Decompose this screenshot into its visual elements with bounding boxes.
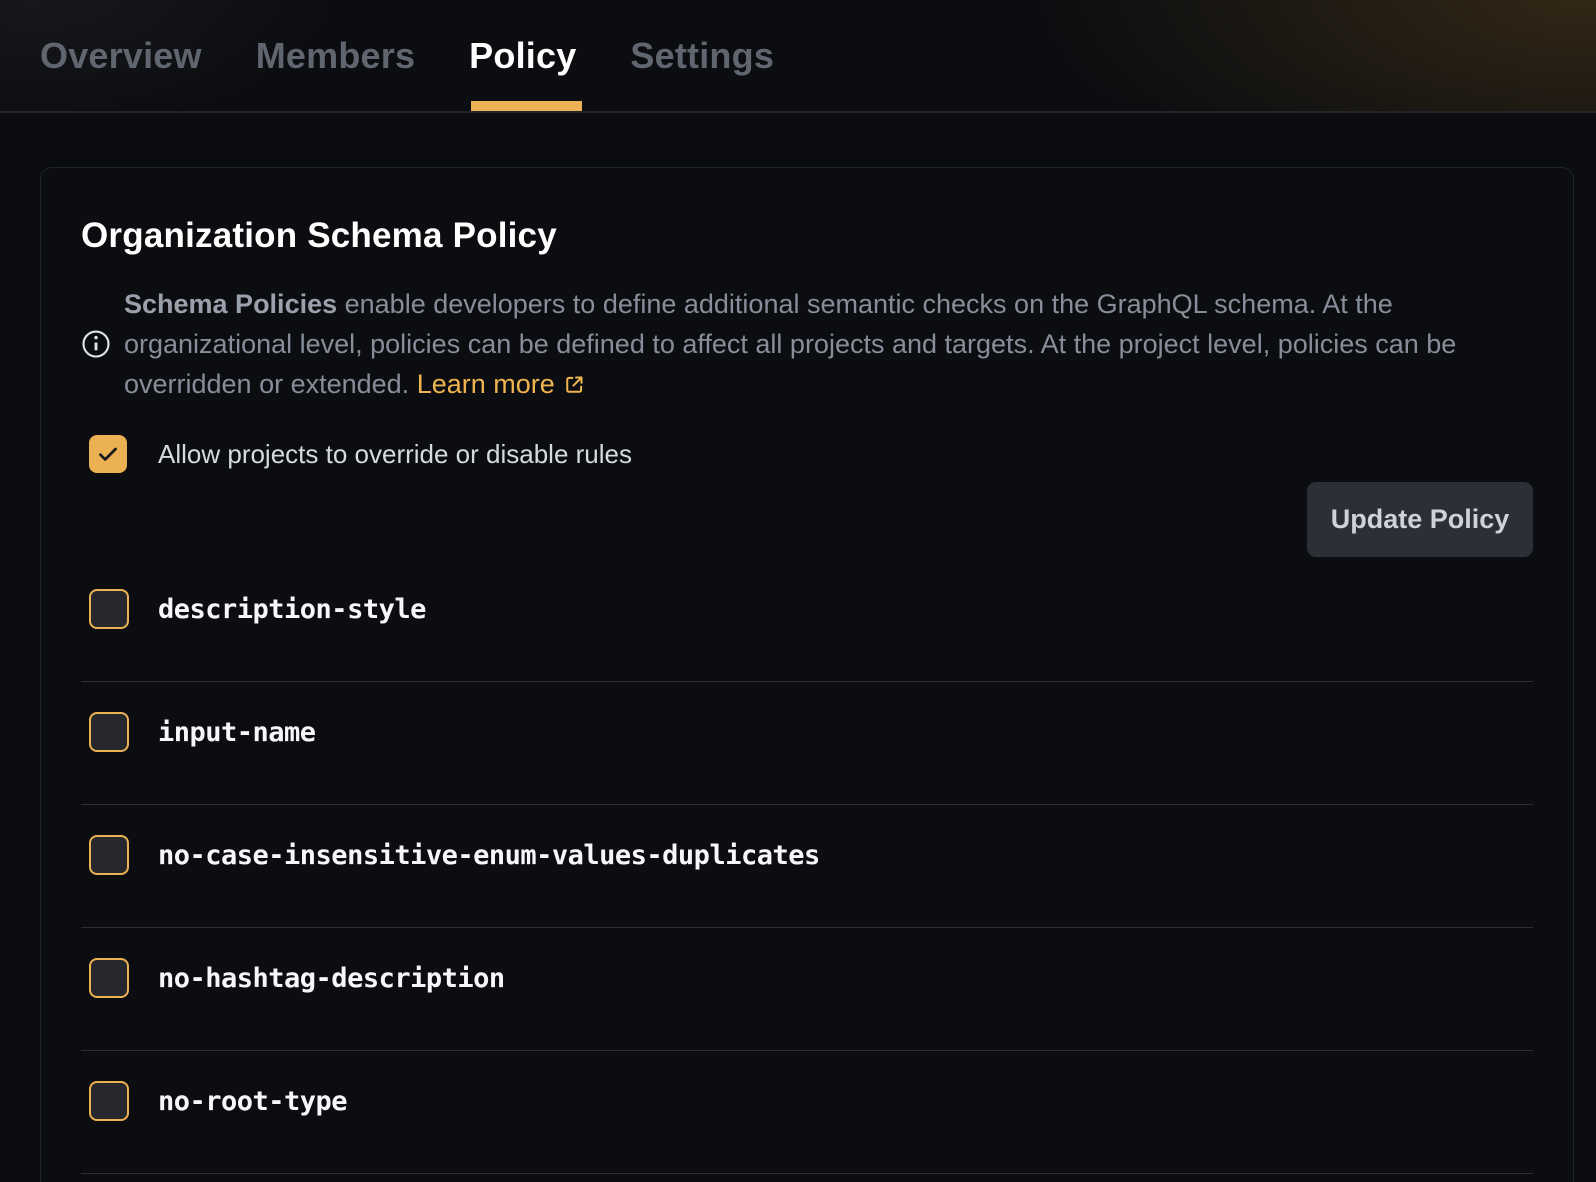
rule-name: no-case-insensitive-enum-values-duplicat…: [158, 840, 820, 871]
policy-page: Organization Schema Policy Schema Polici…: [0, 113, 1596, 1182]
tab-overview-label: Overview: [40, 35, 202, 77]
rule-row-description-style[interactable]: description-style: [81, 559, 1533, 682]
checkmark-icon: [95, 441, 121, 467]
update-policy-button[interactable]: Update Policy: [1307, 482, 1533, 557]
rule-checkbox[interactable]: [89, 835, 129, 875]
policy-card: Organization Schema Policy Schema Polici…: [40, 167, 1574, 1182]
tab-settings[interactable]: Settings: [630, 0, 774, 111]
rule-name: description-style: [158, 594, 426, 625]
tab-policy-label: Policy: [469, 35, 576, 77]
active-tab-indicator: [471, 101, 582, 111]
button-row: Update Policy: [81, 482, 1533, 557]
tab-members-label: Members: [256, 35, 415, 77]
rule-checkbox[interactable]: [89, 712, 129, 752]
allow-override-label: Allow projects to override or disable ru…: [158, 439, 632, 470]
rules-list: description-style input-name no-case-ins…: [81, 559, 1533, 1174]
org-tabbar: Overview Members Policy Settings: [0, 0, 1596, 113]
info-strong: Schema Policies: [124, 289, 337, 319]
tab-policy[interactable]: Policy: [469, 0, 576, 111]
rule-checkbox[interactable]: [89, 1081, 129, 1121]
rule-name: no-root-type: [158, 1086, 347, 1117]
rule-name: input-name: [158, 717, 316, 748]
rule-name: no-hashtag-description: [158, 963, 505, 994]
rule-row-no-root-type[interactable]: no-root-type: [81, 1051, 1533, 1174]
rule-row-input-name[interactable]: input-name: [81, 682, 1533, 805]
tab-overview[interactable]: Overview: [40, 0, 202, 111]
external-link-icon: [564, 374, 585, 395]
allow-override-row: Allow projects to override or disable ru…: [89, 435, 1533, 473]
page-title: Organization Schema Policy: [81, 216, 1533, 256]
tab-settings-label: Settings: [630, 35, 774, 77]
rule-row-no-hashtag-description[interactable]: no-hashtag-description: [81, 928, 1533, 1051]
rule-checkbox[interactable]: [89, 958, 129, 998]
info-callout: Schema Policies enable developers to def…: [81, 284, 1533, 404]
tab-members[interactable]: Members: [256, 0, 415, 111]
allow-override-checkbox[interactable]: [89, 435, 127, 473]
learn-more-label: Learn more: [417, 369, 555, 399]
rule-row-no-case-insensitive-enum-values-duplicates[interactable]: no-case-insensitive-enum-values-duplicat…: [81, 805, 1533, 928]
app-root: Overview Members Policy Settings Organiz…: [0, 0, 1596, 1182]
rule-checkbox[interactable]: [89, 589, 129, 629]
info-icon: [81, 329, 111, 359]
learn-more-link[interactable]: Learn more: [417, 369, 585, 399]
info-text: Schema Policies enable developers to def…: [124, 284, 1496, 404]
